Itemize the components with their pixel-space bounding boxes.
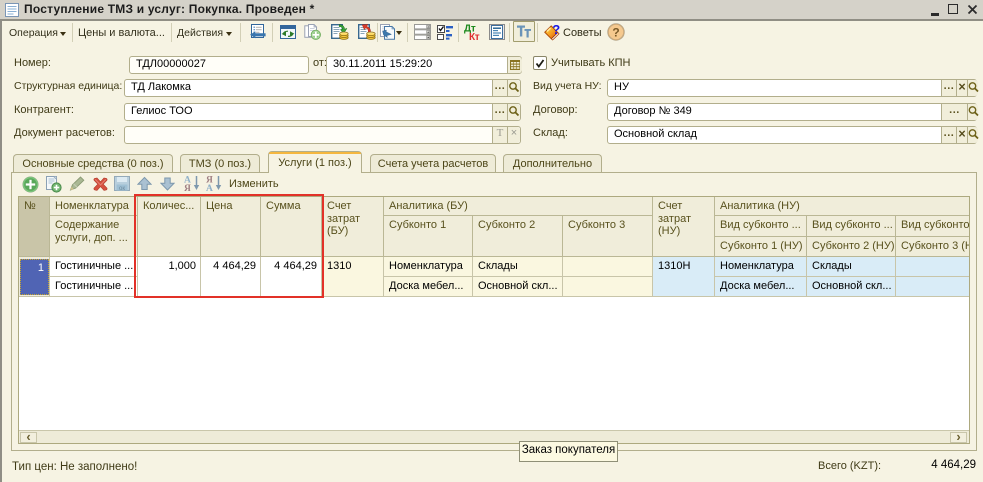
svg-text:Кт: Кт: [469, 32, 480, 41]
svg-text:ок: ок: [119, 186, 125, 192]
svg-text:?: ?: [612, 26, 619, 40]
svg-text:Я: Я: [184, 184, 191, 192]
svg-text:А: А: [206, 184, 213, 192]
svg-text:?: ?: [552, 23, 560, 37]
